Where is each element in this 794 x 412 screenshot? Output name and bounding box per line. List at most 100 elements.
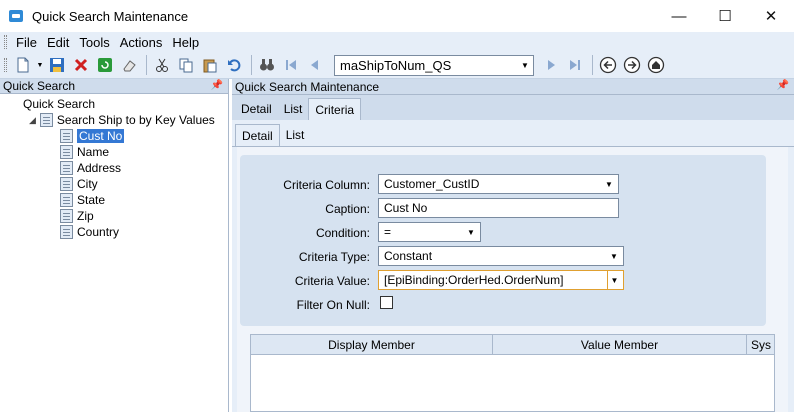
find-icon[interactable] (256, 54, 278, 76)
title-bar: Quick Search Maintenance — ☐ ✕ (0, 0, 794, 32)
document-icon (60, 161, 73, 175)
copy-icon[interactable] (175, 54, 197, 76)
minimize-button[interactable]: — (656, 0, 702, 32)
criteria-value-label: Criteria Value: (294, 274, 370, 288)
tree-root[interactable]: Quick Search (23, 96, 95, 112)
filter-on-null-checkbox[interactable] (380, 296, 393, 309)
collapse-icon[interactable]: ◢ (29, 115, 36, 126)
document-icon (60, 145, 73, 159)
criteria-detail-area: Criteria Column: Customer_CustID ▼ Capti… (237, 147, 788, 412)
tree-item-label: Zip (77, 209, 94, 223)
panel-header: Quick Search 📌 (0, 79, 228, 94)
menu-bar: File Edit Tools Actions Help (0, 32, 794, 52)
panel-header: Quick Search Maintenance 📌 (232, 79, 794, 95)
chevron-down-icon[interactable]: ▼ (464, 223, 478, 241)
tree-node-label: Search Ship to by Key Values (56, 113, 215, 127)
criteria-type-select[interactable]: Constant ▼ (378, 246, 624, 266)
toolbar: ▼ maShipToNum_QS ▼ (0, 52, 794, 79)
cut-icon[interactable] (151, 54, 173, 76)
tree-item-label: Cust No (77, 129, 125, 143)
search-selector-value: maShipToNum_QS (340, 57, 452, 73)
tree-item-zip[interactable]: Zip (60, 208, 94, 224)
tree-item-label: Country (77, 225, 120, 239)
filter-on-null-label: Filter On Null: (296, 298, 370, 312)
menu-actions[interactable]: Actions (120, 35, 163, 50)
caption-label: Caption: (325, 202, 370, 216)
chevron-down-icon[interactable]: ▼ (602, 175, 616, 193)
grip-icon (4, 35, 7, 49)
tree-item-cust-no[interactable]: Cust No (60, 128, 125, 144)
new-icon[interactable] (12, 54, 34, 76)
condition-value: = (384, 225, 392, 239)
undo-icon[interactable] (223, 54, 245, 76)
delete-icon[interactable] (70, 54, 92, 76)
prev-record-icon[interactable] (304, 54, 326, 76)
first-record-icon[interactable] (280, 54, 302, 76)
maximize-button[interactable]: ☐ (702, 0, 748, 32)
condition-label: Condition: (315, 226, 370, 240)
quick-search-panel: Quick Search 📌 Quick Search ◢ Search Shi… (0, 79, 229, 412)
clear-icon[interactable] (118, 54, 140, 76)
subtab-detail[interactable]: Detail (235, 124, 280, 146)
tree-item-label: Name (77, 145, 110, 159)
criteria-form: Criteria Column: Customer_CustID ▼ Capti… (240, 155, 766, 326)
sub-tabs: Detail List (232, 120, 794, 147)
tree-item-label: Address (77, 161, 122, 175)
criteria-type-value: Constant (384, 249, 433, 263)
forward-icon[interactable] (621, 54, 643, 76)
chevron-down-icon[interactable]: ▼ (517, 56, 533, 75)
criteria-column-select[interactable]: Customer_CustID ▼ (378, 174, 619, 194)
tab-detail[interactable]: Detail (235, 98, 278, 120)
tree-item-label: City (77, 177, 98, 191)
tree-node-search[interactable]: ◢ Search Ship to by Key Values (29, 112, 215, 128)
tree-item-state[interactable]: State (60, 192, 105, 208)
menu-file[interactable]: File (16, 35, 37, 50)
pin-icon[interactable]: 📌 (211, 80, 223, 91)
column-display-member[interactable]: Display Member (251, 335, 493, 354)
menu-help[interactable]: Help (172, 35, 199, 50)
last-record-icon[interactable] (564, 54, 586, 76)
tree-item-city[interactable]: City (60, 176, 98, 192)
menu-edit[interactable]: Edit (47, 35, 69, 50)
document-icon (60, 225, 73, 239)
next-record-icon[interactable] (540, 54, 562, 76)
column-value-member[interactable]: Value Member (493, 335, 747, 354)
paste-icon[interactable] (199, 54, 221, 76)
tab-criteria[interactable]: Criteria (308, 98, 362, 120)
tree-item-address[interactable]: Address (60, 160, 121, 176)
pin-icon[interactable]: 📌 (777, 80, 789, 91)
chevron-down-icon[interactable]: ▼ (607, 271, 621, 289)
tree-item-name[interactable]: Name (60, 144, 109, 160)
refresh-icon[interactable] (94, 54, 116, 76)
document-icon (60, 177, 73, 191)
back-icon[interactable] (597, 54, 619, 76)
criteria-column-label: Criteria Column: (283, 178, 370, 192)
tree-item-country[interactable]: Country (60, 224, 119, 240)
condition-select[interactable]: = ▼ (378, 222, 481, 242)
grid-header: Display Member Value Member Sys (251, 335, 774, 355)
window-title: Quick Search Maintenance (32, 8, 189, 24)
home-icon[interactable] (645, 54, 667, 76)
tab-list[interactable]: List (278, 98, 309, 120)
criteria-values-grid: Display Member Value Member Sys (250, 334, 775, 412)
main-tabs: Detail List Criteria (232, 95, 794, 120)
criteria-column-value: Customer_CustID (384, 177, 480, 191)
document-icon (60, 193, 73, 207)
panel-title: Quick Search Maintenance (235, 79, 380, 94)
save-icon[interactable] (46, 54, 68, 76)
search-selector-combo[interactable]: maShipToNum_QS ▼ (334, 54, 534, 76)
dropdown-arrow-icon[interactable]: ▼ (36, 54, 44, 76)
column-sys[interactable]: Sys (747, 335, 774, 354)
chevron-down-icon[interactable]: ▼ (607, 247, 621, 265)
caption-value: Cust No (384, 201, 428, 215)
close-button[interactable]: ✕ (748, 0, 794, 32)
criteria-value-value: [EpiBinding:OrderHed.OrderNum] (384, 273, 564, 287)
caption-input[interactable]: Cust No (378, 198, 619, 218)
subtab-list[interactable]: List (280, 124, 311, 146)
toolbar-separator (146, 55, 147, 75)
app-icon (9, 10, 23, 22)
document-icon (39, 113, 53, 127)
criteria-value-input[interactable]: [EpiBinding:OrderHed.OrderNum] ▼ (378, 270, 624, 290)
menu-tools[interactable]: Tools (79, 35, 109, 50)
grip-icon (4, 58, 7, 72)
